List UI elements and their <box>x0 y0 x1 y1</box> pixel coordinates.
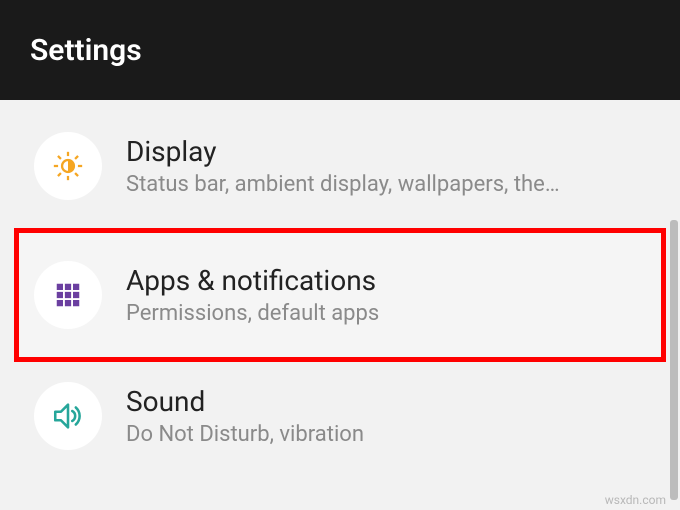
settings-header: Settings <box>0 0 680 100</box>
page-title: Settings <box>30 33 142 68</box>
settings-item-apps-notifications[interactable]: Apps & notifications Permissions, defaul… <box>14 228 666 362</box>
scrollbar[interactable] <box>670 220 678 500</box>
item-text: Sound Do Not Disturb, vibration <box>126 385 646 447</box>
item-text: Display Status bar, ambient display, wal… <box>126 135 646 197</box>
sound-icon <box>34 382 102 450</box>
item-subtitle: Permissions, default apps <box>126 301 646 326</box>
brightness-icon <box>34 132 102 200</box>
settings-list: Display Status bar, ambient display, wal… <box>0 100 680 486</box>
settings-item-sound[interactable]: Sound Do Not Disturb, vibration <box>14 364 666 472</box>
settings-item-display[interactable]: Display Status bar, ambient display, wal… <box>14 114 666 222</box>
item-text: Apps & notifications Permissions, defaul… <box>126 264 646 326</box>
item-title: Apps & notifications <box>126 264 646 297</box>
item-subtitle: Do Not Disturb, vibration <box>126 422 646 447</box>
item-title: Display <box>126 135 646 168</box>
watermark: wsxdn.com <box>605 493 666 507</box>
item-subtitle: Status bar, ambient display, wallpapers,… <box>126 172 646 197</box>
item-title: Sound <box>126 385 646 418</box>
apps-grid-icon <box>34 261 102 329</box>
